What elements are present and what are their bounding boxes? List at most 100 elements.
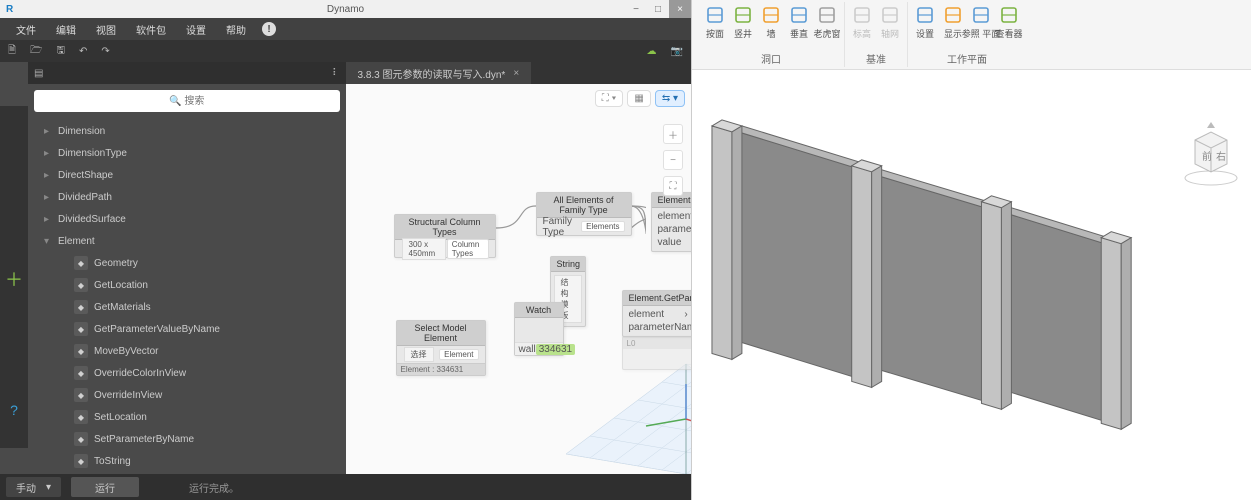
port-input: Family Type — [543, 216, 582, 238]
node-title: String — [551, 257, 585, 272]
ribbon-button-显示[interactable]: 显示 — [940, 2, 966, 50]
undo-icon[interactable]: ↶ — [79, 46, 87, 57]
tree-branch-dividedpath[interactable]: ▸DividedPath — [28, 186, 346, 208]
node-get-parameter-value-by-name[interactable]: Element.GetParameterValueByName element›… — [622, 290, 692, 337]
ribbon-button-label: 设置 — [916, 27, 934, 40]
ribbon-button-竖井[interactable]: 竖井 — [730, 2, 756, 50]
tree-branch-directshape[interactable]: ▸DirectShape — [28, 164, 346, 186]
ribbon-icon — [879, 4, 901, 26]
redo-icon[interactable]: ↷ — [101, 46, 109, 57]
revit-3d-view[interactable]: 前 右 — [692, 70, 1251, 500]
node-set-parameter-by-name[interactable]: Element.SetParameterByName element›Eleme… — [651, 192, 692, 252]
node-title: Element.GetParameterValueByName — [623, 291, 692, 306]
node-watch[interactable]: Watch wall 334631 — [514, 302, 564, 356]
camera-icon[interactable]: 📷 — [671, 46, 683, 57]
tree-node-boundingbox[interactable]: ◆BoundingBox — [28, 472, 346, 474]
menu-edit[interactable]: 编辑 — [46, 22, 86, 37]
ribbon-icon — [760, 4, 782, 26]
tree-node-tostring[interactable]: ◆ToString — [28, 450, 346, 472]
menu-settings[interactable]: 设置 — [176, 22, 216, 37]
ribbon-button-label: 标高 — [853, 27, 871, 40]
watch-label: wall — [519, 344, 536, 355]
document-tabs: 3.8.3 图元参数的读取与写入.dyn* × — [346, 62, 692, 84]
close-tab-icon[interactable]: × — [513, 68, 519, 79]
window-minimize-button[interactable]: − — [625, 0, 647, 18]
node-title: Select Model Element — [397, 321, 485, 346]
tree-node-geometry[interactable]: ◆Geometry — [28, 252, 346, 274]
library-icon[interactable]: ▤ — [34, 68, 43, 79]
watch-value: 334631 — [536, 344, 575, 355]
tree-node-setlocation[interactable]: ◆SetLocation — [28, 406, 346, 428]
ribbon-button-墙[interactable]: 墙 — [758, 2, 784, 50]
zoom-in-button[interactable]: ＋ — [663, 124, 683, 144]
ribbon-button-label: 垂直 — [790, 27, 808, 40]
ribbon-button-参照 平面[interactable]: 参照 平面 — [968, 2, 994, 50]
tree-branch-element[interactable]: ▾Element — [28, 230, 346, 252]
ribbon-button-标高: 标高 — [849, 2, 875, 50]
ribbon-button-设置[interactable]: 设置 — [912, 2, 938, 50]
home-icon — [1207, 122, 1215, 128]
ribbon-button-垂直[interactable]: 垂直 — [786, 2, 812, 50]
ribbon-button-老虎窗[interactable]: 老虎窗 — [814, 2, 840, 50]
save-file-icon[interactable]: 🖫 — [56, 43, 65, 60]
port-value[interactable]: 300 x 450mm — [402, 238, 446, 260]
port-parametername: parameterName — [629, 322, 692, 333]
menu-packages[interactable]: 软件包 — [126, 22, 176, 37]
node-structural-column-types[interactable]: Structural Column Types 300 x 450mm Colu… — [394, 214, 496, 258]
window-close-button[interactable]: × — [669, 0, 691, 18]
geometry-view-toggle[interactable]: ⛶ ▾ — [595, 90, 624, 107]
port-parametername: parameterName — [658, 224, 692, 235]
menu-file[interactable]: 文件 — [6, 22, 46, 37]
window-maximize-button[interactable]: □ — [647, 0, 669, 18]
document-tab-label: 3.8.3 图元参数的读取与写入.dyn* — [358, 66, 506, 81]
viewcube-right-face: 右 — [1216, 150, 1226, 163]
ribbon-button-查看器[interactable]: 查看器 — [996, 2, 1022, 50]
port-element: element — [658, 211, 692, 222]
tree-node-movebyvector[interactable]: ◆MoveByVector — [28, 340, 346, 362]
node-select-model-element[interactable]: Select Model Element 选择 Element Element … — [396, 320, 486, 376]
tree-branch-dividedsurface[interactable]: ▸DividedSurface — [28, 208, 346, 230]
sidebar-menu-icon[interactable]: ⠇ — [332, 68, 339, 79]
sidebar-strip: ＋ ? — [0, 106, 28, 448]
node-output-preview[interactable]: L0 — [622, 336, 692, 370]
zoom-fit-button[interactable]: ⛶ — [663, 176, 683, 196]
revit-ribbon: 按面竖井墙垂直老虎窗洞口标高轴网基准设置显示参照 平面查看器工作平面 — [692, 0, 1251, 70]
tree-node-getmaterials[interactable]: ◆GetMaterials — [28, 296, 346, 318]
node-footer: Element : 334631 — [397, 363, 485, 375]
port-output: Element — [439, 349, 478, 360]
cloud-download-icon[interactable]: ☁ — [647, 46, 657, 57]
library-tree: ▸Dimension ▸DimensionType ▸DirectShape ▸… — [28, 118, 346, 474]
info-icon[interactable]: ! — [262, 22, 276, 36]
open-file-icon[interactable]: 🗁 — [30, 43, 42, 60]
tree-branch-dimensiontype[interactable]: ▸DimensionType — [28, 142, 346, 164]
run-button[interactable]: 运行 — [71, 477, 139, 497]
menu-view[interactable]: 视图 — [86, 22, 126, 37]
new-file-icon[interactable]: 🗎 — [8, 43, 16, 60]
ribbon-button-label: 老虎窗 — [814, 27, 841, 40]
help-icon[interactable]: ? — [10, 402, 18, 418]
run-mode-dropdown[interactable]: 手动 ▾ — [6, 477, 61, 497]
search-input[interactable] — [34, 90, 340, 112]
tree-node-getparametervaluebyname[interactable]: ◆GetParameterValueByName — [28, 318, 346, 340]
menu-help[interactable]: 帮助 — [216, 22, 256, 37]
graph-canvas[interactable]: Structural Column Types 300 x 450mm Colu… — [346, 84, 692, 474]
revit-window: 按面竖井墙垂直老虎窗洞口标高轴网基准设置显示参照 平面查看器工作平面 — [691, 0, 1251, 500]
document-tab[interactable]: 3.8.3 图元参数的读取与写入.dyn* × — [346, 62, 532, 84]
run-status: 运行完成。 — [189, 480, 239, 495]
tree-node-getlocation[interactable]: ◆GetLocation — [28, 274, 346, 296]
tree-node-overridecolorinview[interactable]: ◆OverrideColorInView — [28, 362, 346, 384]
tree-node-setparameterbyname[interactable]: ◆SetParameterByName — [28, 428, 346, 450]
zoom-out-button[interactable]: − — [663, 150, 683, 170]
add-icon[interactable]: ＋ — [5, 266, 23, 292]
dynamo-title-bar: R Dynamo − □ × — [0, 0, 691, 18]
nav-mode-toggle[interactable]: ⇆ ▾ — [655, 90, 685, 107]
select-button[interactable]: 选择 — [404, 347, 434, 362]
ribbon-button-label: 按面 — [706, 27, 724, 40]
tree-branch-dimension[interactable]: ▸Dimension — [28, 120, 346, 142]
tree-node-overrideinview[interactable]: ◆OverrideInView — [28, 384, 346, 406]
viewcube[interactable]: 前 右 — [1181, 120, 1241, 190]
ribbon-group-label: 基准 — [866, 50, 886, 67]
ribbon-button-按面[interactable]: 按面 — [702, 2, 728, 50]
graph-view-toggle[interactable]: ▦ — [627, 90, 650, 107]
node-all-elements-of-family-type[interactable]: All Elements of Family Type Family Type … — [536, 192, 632, 236]
